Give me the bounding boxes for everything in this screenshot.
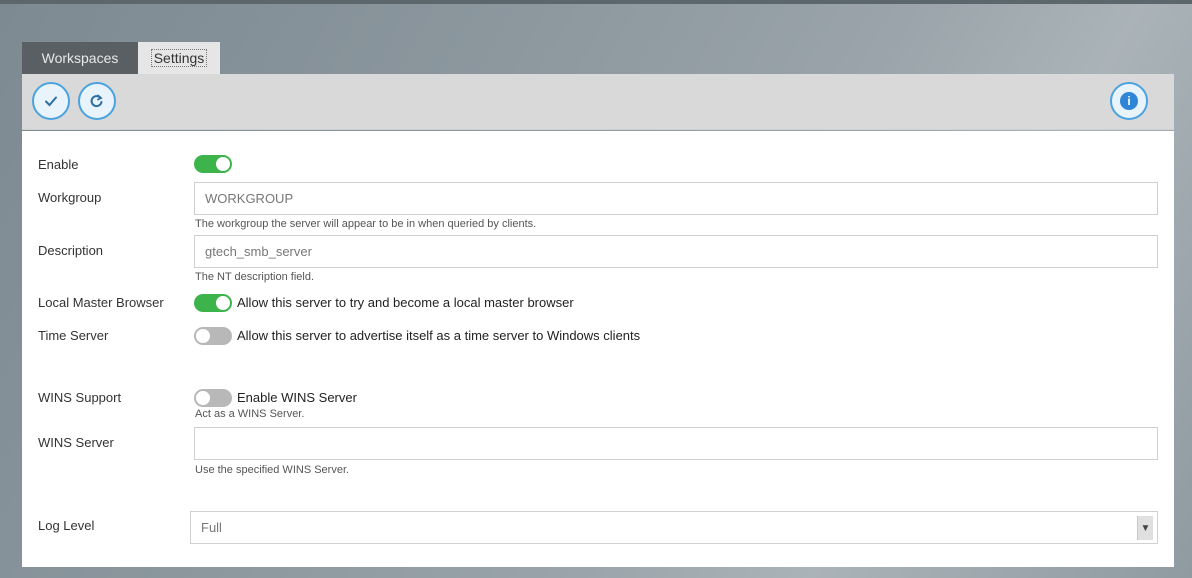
time-server-toggle[interactable] xyxy=(194,327,232,345)
local-master-browser-text: Allow this server to try and become a lo… xyxy=(237,295,574,310)
wins-server-input[interactable] xyxy=(194,427,1158,460)
toggle-knob xyxy=(216,157,230,171)
description-input[interactable] xyxy=(194,235,1158,268)
wins-support-text: Enable WINS Server xyxy=(237,390,357,405)
tab-workspaces-label: Workspaces xyxy=(41,50,119,66)
description-hint: The NT description field. xyxy=(195,271,315,283)
workgroup-input[interactable] xyxy=(194,182,1158,215)
settings-form: Enable Workgroup The workgroup the serve… xyxy=(22,131,1174,567)
refresh-icon xyxy=(90,94,103,108)
log-level-select[interactable]: Full ▼ xyxy=(190,511,1158,544)
description-label: Description xyxy=(38,243,104,258)
tab-settings[interactable]: Settings xyxy=(138,42,220,74)
chevron-down-icon: ▼ xyxy=(1137,516,1153,540)
local-master-browser-label: Local Master Browser xyxy=(38,295,164,310)
refresh-button[interactable] xyxy=(78,82,116,120)
top-border xyxy=(0,0,1192,4)
tab-bar: Workspaces Settings xyxy=(22,42,220,74)
enable-toggle[interactable] xyxy=(194,155,232,173)
time-server-text: Allow this server to advertise itself as… xyxy=(237,328,641,343)
apply-button[interactable] xyxy=(32,82,70,120)
local-master-browser-toggle[interactable] xyxy=(194,294,232,312)
toggle-knob xyxy=(196,329,210,343)
enable-label: Enable xyxy=(38,157,79,172)
toggle-knob xyxy=(196,391,210,405)
wins-support-toggle[interactable] xyxy=(194,389,232,407)
workgroup-label: Workgroup xyxy=(38,190,102,205)
tab-settings-label: Settings xyxy=(150,49,208,67)
log-level-value: Full xyxy=(201,520,222,535)
smb-settings-panel: Workspaces Settings i Enable Workgroup W… xyxy=(22,42,1174,567)
toggle-knob xyxy=(216,296,230,310)
wins-support-label: WINS Support xyxy=(38,390,122,405)
tab-workspaces[interactable]: Workspaces xyxy=(22,42,138,74)
workgroup-hint: The workgroup the server will appear to … xyxy=(195,218,537,230)
wins-server-label: WINS Server xyxy=(38,435,114,450)
time-server-label: Time Server xyxy=(38,328,109,343)
info-button[interactable]: i xyxy=(1110,82,1148,120)
log-level-label: Log Level xyxy=(38,518,95,533)
wins-server-hint: Use the specified WINS Server. xyxy=(195,464,350,476)
check-icon xyxy=(45,96,57,107)
toolbar: i xyxy=(22,74,1174,130)
info-icon: i xyxy=(1120,92,1138,110)
wins-support-hint: Act as a WINS Server. xyxy=(195,408,305,420)
